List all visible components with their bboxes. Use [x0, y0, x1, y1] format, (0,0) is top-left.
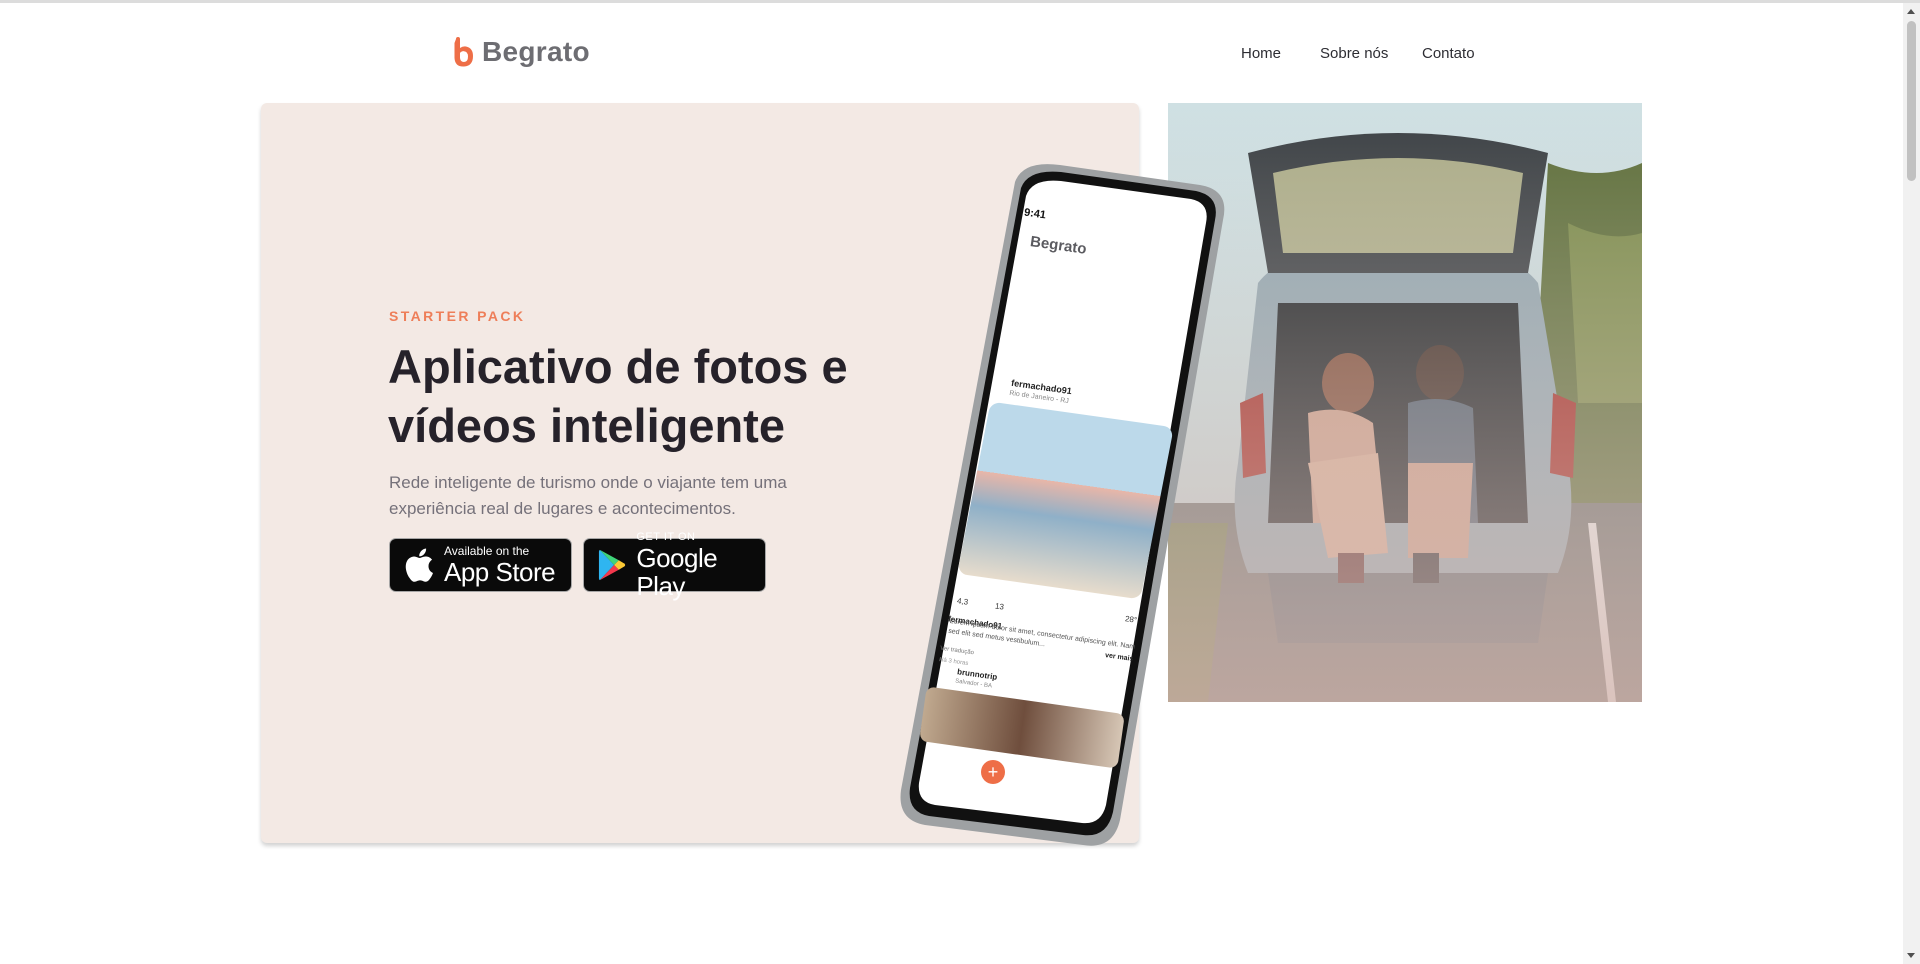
apple-icon: [405, 548, 433, 582]
site-header: Begrato Home Sobre nós Contato: [0, 3, 1903, 103]
nav-contato[interactable]: Contato: [1422, 45, 1475, 62]
phone-mockup: 9:41 Begrato fermachado91 Rio de Janeiro…: [895, 160, 1225, 850]
app-store-text: Available on the App Store: [444, 543, 556, 587]
nav-home[interactable]: Home: [1241, 45, 1281, 62]
google-play-small-label: GET IT ON: [636, 530, 696, 543]
phone-post1-temperature: 28°: [1124, 614, 1138, 625]
hero-eyebrow: STARTER PACK: [389, 308, 526, 324]
phone-post1-image: [957, 401, 1174, 600]
app-store-big-label: App Store: [444, 556, 556, 587]
hero-description: Rede inteligente de turismo onde o viaja…: [389, 473, 787, 518]
app-store-button[interactable]: Available on the App Store: [389, 538, 572, 592]
phone-post1-comments: 13: [994, 601, 1005, 612]
nav-sobre-nos[interactable]: Sobre nós: [1320, 45, 1388, 62]
app-store-small-label: Available on the: [444, 543, 530, 558]
google-play-text: GET IT ON Google Play: [636, 531, 765, 600]
scroll-thumb[interactable]: [1907, 21, 1916, 181]
hero-title: Aplicativo de fotos e vídeos inteligente: [388, 340, 848, 452]
google-play-big-label: Google Play: [636, 542, 718, 601]
car-illustration: [1168, 103, 1642, 702]
brand-name: Begrato: [482, 36, 590, 67]
begrato-logo-icon: [454, 37, 473, 67]
scroll-up-icon[interactable]: [1907, 9, 1915, 14]
phone-add-button: +: [981, 760, 1005, 784]
brand-logo[interactable]: Begrato: [452, 36, 590, 68]
google-play-icon: [598, 549, 626, 581]
hero-photo-car: [1168, 103, 1642, 702]
scroll-down-icon[interactable]: [1907, 953, 1915, 958]
phone-post1-rating: 4,3: [956, 596, 969, 607]
page-scrollbar[interactable]: [1903, 3, 1920, 964]
google-play-button[interactable]: GET IT ON Google Play: [583, 531, 766, 600]
